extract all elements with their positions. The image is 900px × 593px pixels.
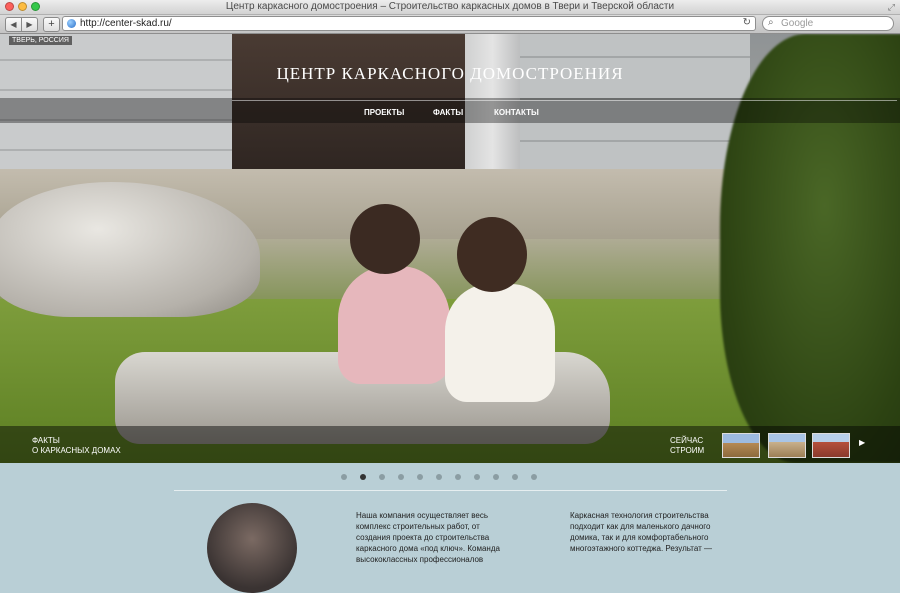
slider-dot[interactable]	[341, 474, 347, 480]
slider-dot[interactable]	[379, 474, 385, 480]
next-arrow-icon[interactable]: ▶	[859, 438, 865, 447]
globe-icon	[67, 19, 76, 28]
hero-photo-girl-left-head	[350, 204, 420, 274]
nav-item-facts[interactable]: ФАКТЫ	[433, 108, 463, 117]
slider-dot[interactable]	[512, 474, 518, 480]
search-placeholder: Google	[781, 18, 814, 29]
facts-link-line1: ФАКТЫ	[32, 436, 60, 445]
search-icon: ⌕	[768, 17, 774, 28]
browser-toolbar: ◀ ▶ + http://center-skad.ru/ ↻ ⌕ Google	[0, 15, 900, 34]
nav-divider	[232, 100, 897, 101]
address-bar[interactable]: http://center-skad.ru/ ↻	[62, 16, 756, 31]
avatar	[207, 503, 297, 593]
hero-photo-girl-right-head	[457, 217, 527, 292]
site-title[interactable]: ЦЕНТР КАРКАСНОГО ДОМОСТРОЕНИЯ	[0, 64, 900, 84]
nav-item-projects[interactable]: ПРОЕКТЫ	[364, 108, 404, 117]
house-thumbnail[interactable]	[812, 433, 850, 458]
hero-photo-girl-right	[445, 284, 555, 402]
url-text[interactable]: http://center-skad.ru/	[80, 18, 172, 29]
slider-dot[interactable]	[360, 474, 366, 480]
back-button[interactable]: ◀	[5, 17, 22, 32]
window-titlebar: Центр каркасного домостроения – Строител…	[0, 0, 900, 15]
add-bookmark-button[interactable]: +	[43, 17, 60, 32]
history-buttons: ◀ ▶	[5, 17, 38, 32]
fullscreen-icon[interactable]: ⤢	[888, 2, 895, 13]
now-building-label[interactable]: СЕЙЧАС СТРОИМ	[670, 436, 704, 456]
house-thumbnail[interactable]	[768, 433, 806, 458]
nav-item-contacts[interactable]: КОНТАКТЫ	[494, 108, 539, 117]
location-badge: ТВЕРЬ, РОССИЯ	[9, 36, 72, 45]
slider-dot[interactable]	[455, 474, 461, 480]
hero-banner: ТВЕРЬ, РОССИЯ ЦЕНТР КАРКАСНОГО ДОМОСТРОЕ…	[0, 34, 900, 463]
facts-link[interactable]: ФАКТЫ О КАРКАСНЫХ ДОМАХ	[32, 436, 121, 456]
slider-dots	[341, 474, 537, 480]
slider-dot[interactable]	[474, 474, 480, 480]
forward-button[interactable]: ▶	[22, 17, 38, 32]
slider-dot[interactable]	[436, 474, 442, 480]
search-input[interactable]: ⌕ Google	[762, 16, 894, 31]
slider-dot[interactable]	[417, 474, 423, 480]
about-text-column-2: Каркасная технология строительства подхо…	[570, 511, 713, 553]
reload-icon[interactable]: ↻	[743, 17, 751, 28]
slider-dot[interactable]	[493, 474, 499, 480]
about-text-column-1: Наша компания осуществляет весь комплекс…	[356, 511, 500, 564]
now-building-line2: СТРОИМ	[670, 446, 705, 455]
house-thumbnail[interactable]	[722, 433, 760, 458]
slider-dot[interactable]	[531, 474, 537, 480]
facts-link-line2: О КАРКАСНЫХ ДОМАХ	[32, 446, 121, 455]
content-divider	[174, 490, 727, 491]
window-title: Центр каркасного домостроения – Строител…	[225, 1, 675, 12]
hero-bottom-bar	[0, 426, 900, 463]
now-building-line1: СЕЙЧАС	[670, 436, 704, 445]
hero-photo-girl-left	[338, 266, 450, 384]
slider-dot[interactable]	[398, 474, 404, 480]
